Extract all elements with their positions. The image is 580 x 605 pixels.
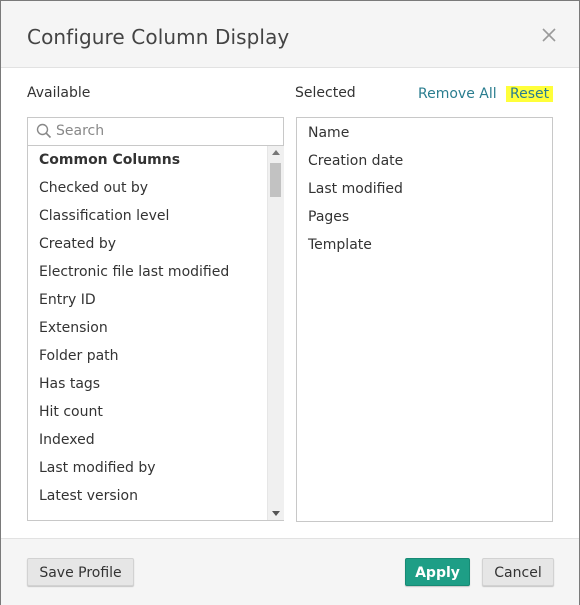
search-input[interactable] [56, 121, 276, 141]
available-column-item[interactable]: Electronic file last modified [28, 258, 267, 286]
available-columns-panel: Common Columns Checked out byClassificati… [27, 117, 284, 521]
available-list-scrollbar[interactable] [267, 146, 284, 520]
apply-button[interactable]: Apply [405, 558, 470, 586]
scrollbar-thumb[interactable] [270, 163, 281, 197]
selected-columns-list: Name Creation date Last modified Pages Templ… [296, 117, 553, 522]
configure-column-dialog: Configure Column Display Available Selec… [0, 0, 580, 605]
selected-label: Selected [295, 85, 356, 101]
available-columns-list: Common Columns Checked out by Classificati… [28, 146, 267, 520]
available-column-item[interactable]: Folder path [28, 342, 267, 370]
reset-link[interactable]: Reset [506, 86, 554, 102]
selected-column-item[interactable]: Creation date [297, 147, 552, 175]
save-profile-button[interactable]: Save Profile [27, 558, 134, 586]
available-column-item[interactable]: Indexed [28, 426, 267, 454]
selected-column-item[interactable]: Template [297, 231, 552, 259]
selected-column-item[interactable]: Pages [297, 203, 552, 231]
search-box [28, 118, 283, 146]
available-column-item[interactable]: Has tags [28, 370, 267, 398]
available-column-item[interactable]: Entry ID [28, 286, 267, 314]
scroll-down-arrow-icon[interactable] [272, 511, 280, 516]
close-icon[interactable] [539, 25, 559, 45]
search-icon [36, 123, 52, 143]
selected-column-item[interactable]: Last modified [297, 175, 552, 203]
available-column-item[interactable]: Latest version [28, 482, 267, 510]
dialog-footer: Save Profile Apply Cancel [1, 538, 579, 605]
dialog-title: Configure Column Display [27, 25, 290, 49]
available-column-item[interactable]: Hit count [28, 398, 267, 426]
available-column-item[interactable]: Checked out by [28, 174, 267, 202]
scroll-up-arrow-icon[interactable] [272, 150, 280, 155]
column-group-header: Common Columns [39, 152, 181, 168]
available-column-item[interactable]: Classification level [28, 202, 267, 230]
available-column-item[interactable]: Created by [28, 230, 267, 258]
available-column-item[interactable]: Extension [28, 314, 267, 342]
available-column-item[interactable]: Last modified by [28, 454, 267, 482]
cancel-button[interactable]: Cancel [482, 558, 554, 586]
available-label: Available [27, 85, 91, 101]
selected-column-item[interactable]: Name [297, 119, 552, 147]
remove-all-link[interactable]: Remove All [418, 86, 497, 102]
dialog-header: Configure Column Display [1, 1, 579, 68]
